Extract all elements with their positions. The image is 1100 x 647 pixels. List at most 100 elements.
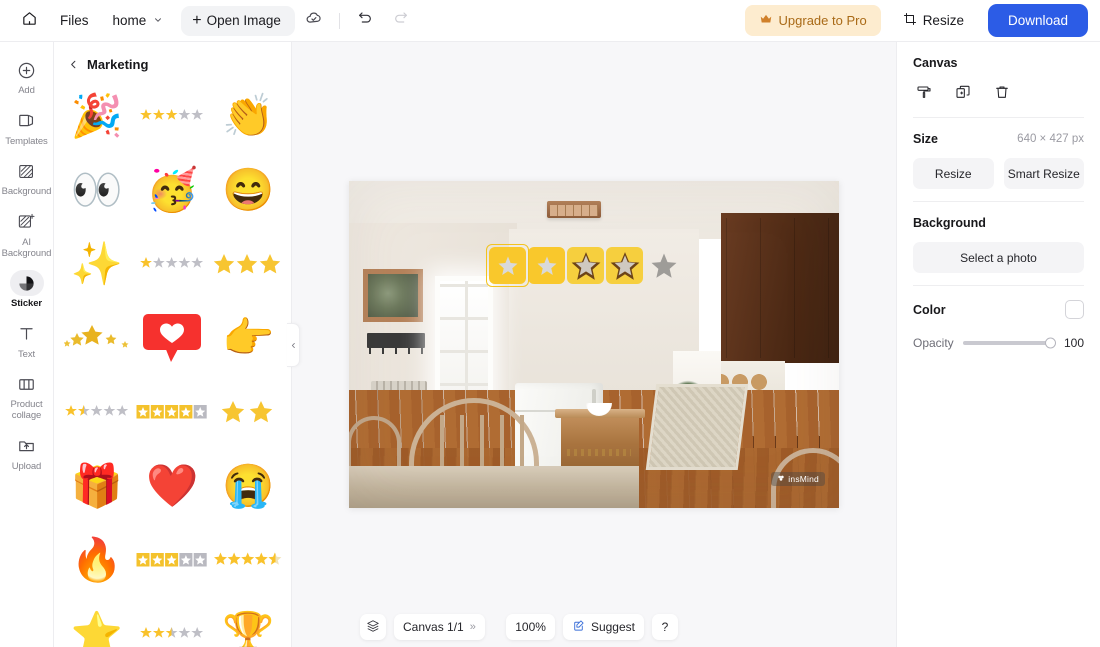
rail-item-upload[interactable]: Upload — [1, 428, 53, 477]
insmind-watermark: insMind — [771, 472, 825, 486]
upgrade-to-pro-label: Upgrade to Pro — [778, 13, 867, 28]
sticker-loudly-crying-face[interactable]: 😭 — [211, 450, 285, 522]
sticker-gold-star-3d[interactable]: ⭐ — [60, 598, 134, 647]
sticker-grid: 🎉 👏 👀 🥳 😄 ✨ 👉 🎁 ❤️ 😭 🔥 ⭐ 🏆 — [54, 72, 291, 647]
smart-resize-button[interactable]: Smart Resize — [1003, 158, 1084, 189]
sticker-three-gold-stars[interactable] — [211, 228, 285, 300]
rail-item-sticker[interactable]: Sticker — [1, 265, 53, 314]
duplicate-icon — [955, 84, 971, 105]
redo-button[interactable] — [384, 6, 418, 36]
sticker-shooting-stars[interactable] — [60, 302, 134, 374]
size-value: 640 × 427 px — [1017, 133, 1084, 145]
canvas-workspace[interactable]: insMind Canvas 1/1 » 100% Suggest ? — [292, 42, 896, 647]
collapse-panel-button[interactable] — [287, 322, 300, 367]
rail-item-add[interactable]: Add — [1, 52, 53, 101]
fire-icon: 🔥 — [70, 536, 123, 583]
sticker-grinning-face[interactable]: 😄 — [211, 154, 285, 226]
sticker-panel: Marketing 🎉 👏 👀 🥳 😄 ✨ 👉 🎁 ❤️ 😭 🔥 ⭐ 🏆 — [54, 42, 300, 647]
gift-box-icon: 🎁 — [70, 462, 123, 509]
help-button[interactable]: ? — [652, 614, 678, 640]
canvas-page-label: Canvas 1/1 — [403, 620, 464, 634]
sticker-four-of-five-stars[interactable] — [136, 80, 210, 152]
upgrade-to-pro-button[interactable]: Upgrade to Pro — [744, 5, 881, 36]
one-of-five-stars-icon — [140, 257, 204, 268]
sticker-three-of-five-boxed-stars[interactable] — [136, 524, 210, 596]
watermark-label: insMind — [788, 474, 819, 484]
sticker-one-half-of-five-stars[interactable] — [60, 376, 134, 448]
opacity-slider-knob[interactable] — [1045, 337, 1056, 349]
home-button[interactable] — [12, 6, 46, 36]
duplicate-button[interactable] — [952, 83, 974, 105]
sparkles-icon: ✨ — [70, 240, 123, 287]
color-swatch[interactable] — [1065, 300, 1084, 319]
resize-button-panel[interactable]: Resize — [913, 158, 994, 189]
sticker-clapping-hands[interactable]: 👏 — [211, 80, 285, 152]
sticker-heart-like-badge[interactable] — [136, 302, 210, 374]
canvas-star-sticker-2[interactable] — [528, 247, 565, 284]
trash-icon — [994, 84, 1010, 105]
project-name-label: home — [112, 13, 147, 28]
sticker-pink-heart[interactable]: ❤️ — [136, 450, 210, 522]
resize-panel-label: Resize — [934, 166, 972, 181]
opacity-slider[interactable] — [962, 337, 1056, 349]
artboard[interactable]: insMind — [349, 181, 839, 508]
background-label: Background — [913, 216, 986, 230]
insmind-logo-icon — [777, 474, 785, 484]
undo-button[interactable] — [348, 6, 382, 36]
shooting-stars-icon — [63, 325, 129, 348]
sticker-gift-box[interactable]: 🎁 — [60, 450, 134, 522]
files-menu[interactable]: Files — [48, 6, 101, 36]
sticker-trophy[interactable]: 🏆 — [211, 598, 285, 647]
paint-roller-button[interactable] — [913, 83, 935, 105]
left-tool-rail: Add Templates Background AI Background S… — [0, 42, 54, 647]
select-a-photo-button[interactable]: Select a photo — [913, 242, 1084, 273]
sticker-two-half-of-five-stars[interactable] — [136, 598, 210, 647]
sticker-sparkles[interactable]: ✨ — [60, 228, 134, 300]
four-half-of-five-stars-icon — [214, 552, 282, 565]
rail-item-product-collage[interactable]: Product collage — [1, 366, 53, 425]
rail-label-ai-background: AI Background — [1, 236, 52, 259]
sticker-partying-face[interactable]: 🥳 — [136, 154, 210, 226]
files-label: Files — [60, 13, 89, 28]
canvas-star-sticker-4[interactable] — [606, 247, 643, 284]
select-a-photo-label: Select a photo — [960, 250, 1037, 265]
suggest-button[interactable]: Suggest — [562, 614, 644, 640]
open-image-button[interactable]: + Open Image — [181, 5, 295, 36]
sticker-party-popper[interactable]: 🎉 — [60, 80, 134, 152]
suggest-label: Suggest — [590, 620, 635, 634]
crop-icon — [903, 12, 917, 29]
delete-button[interactable] — [991, 83, 1013, 105]
three-of-five-boxed-stars-icon — [136, 553, 208, 567]
canvas-star-sticker-3[interactable] — [567, 247, 604, 284]
image-editor-app: Files home + Open Image Upgrade to Pro R… — [0, 0, 1100, 647]
cloud-saved-button[interactable] — [297, 6, 331, 36]
rail-item-background[interactable]: Background — [1, 153, 53, 202]
opacity-label: Opacity — [913, 336, 954, 350]
undo-icon — [357, 10, 373, 31]
back-button[interactable] — [68, 59, 79, 70]
zoom-level-label: 100% — [515, 620, 546, 634]
kitchen-interior-photo[interactable]: insMind — [349, 181, 839, 508]
sticker-pointing-right-hand[interactable]: 👉 — [211, 302, 285, 374]
plus-circle-icon — [10, 57, 44, 83]
canvas-page-selector[interactable]: Canvas 1/1 » — [394, 614, 485, 640]
layers-button[interactable] — [360, 614, 386, 640]
sticker-one-of-five-stars[interactable] — [136, 228, 210, 300]
canvas-star-sticker-5[interactable] — [645, 247, 682, 284]
sticker-fire[interactable]: 🔥 — [60, 524, 134, 596]
download-button[interactable]: Download — [987, 4, 1088, 37]
sticker-two-gold-stars[interactable] — [211, 376, 285, 448]
rail-item-text[interactable]: Text — [1, 316, 53, 365]
sticker-four-half-of-five-stars[interactable] — [211, 524, 285, 596]
resize-button[interactable]: Resize — [891, 6, 976, 36]
layers-icon — [366, 619, 380, 636]
zoom-level-button[interactable]: 100% — [506, 614, 555, 640]
sticker-eyes[interactable]: 👀 — [60, 154, 134, 226]
project-name-dropdown[interactable]: home — [103, 6, 174, 36]
redo-icon — [393, 10, 409, 31]
rail-item-templates[interactable]: Templates — [1, 103, 53, 152]
gold-star-3d-icon: ⭐ — [70, 610, 123, 647]
sticker-four-of-five-boxed-stars[interactable] — [136, 376, 210, 448]
rail-item-ai-background[interactable]: AI Background — [1, 204, 53, 263]
background-section: Background Select a photo — [913, 202, 1084, 285]
